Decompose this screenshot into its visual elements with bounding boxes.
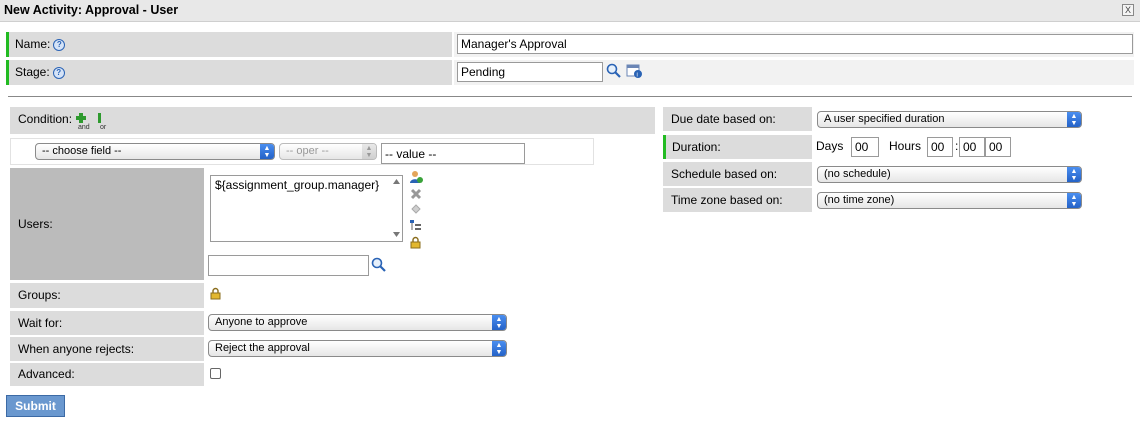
choose-field-select[interactable]: -- choose field -- ▲ ▼ (35, 143, 275, 160)
help-icon[interactable]: ? (53, 38, 66, 51)
schedule-label-cell: Schedule based on: (663, 162, 812, 186)
days-input[interactable] (851, 137, 879, 157)
advanced-label: Advanced: (18, 367, 75, 381)
due-date-select[interactable]: A user specified duration ▲ ▼ (817, 111, 1082, 128)
time-separator: : (955, 139, 959, 153)
operator-select: -- oper -- ▲ ▼ (279, 143, 377, 160)
reference-info-icon[interactable]: i (626, 63, 643, 79)
svg-text:and: and (78, 124, 90, 130)
users-label: Users: (18, 217, 53, 231)
duration-label-cell: Duration: (663, 135, 812, 159)
wait-for-select[interactable]: Anyone to approve ▲ ▼ (208, 314, 507, 331)
lock-icon[interactable] (410, 236, 421, 249)
groups-label: Groups: (18, 288, 61, 302)
select-arrows-icon: ▲ ▼ (362, 144, 376, 159)
tree-list-icon[interactable] (409, 219, 422, 232)
condition-value-input[interactable] (381, 143, 525, 164)
hours-input[interactable] (927, 137, 953, 157)
add-and-icon[interactable]: and (76, 112, 94, 130)
schedule-select[interactable]: (no schedule) ▲ ▼ (817, 166, 1082, 183)
timezone-select[interactable]: (no time zone) ▲ ▼ (817, 192, 1082, 209)
submit-button[interactable]: Submit (6, 395, 65, 417)
schedule-label: Schedule based on: (671, 167, 778, 181)
duration-label: Duration: (672, 140, 721, 154)
wait-for-label: Wait for: (18, 316, 63, 330)
due-date-label: Due date based on: (671, 112, 776, 126)
timezone-label: Time zone based on: (671, 193, 783, 207)
remove-icon[interactable] (410, 188, 422, 200)
select-arrows-icon: ▲ ▼ (1067, 193, 1081, 208)
diamond-icon[interactable] (411, 204, 421, 214)
select-arrows-icon: ▲ ▼ (260, 144, 274, 159)
condition-label: Condition: (18, 112, 73, 126)
add-user-icon[interactable] (409, 170, 423, 184)
when-rejects-label-cell: When anyone rejects: (10, 337, 204, 361)
users-search-input[interactable] (208, 255, 369, 276)
select-arrows-icon: ▲ ▼ (1067, 167, 1081, 182)
timezone-label-cell: Time zone based on: (663, 188, 812, 212)
section-divider (8, 96, 1132, 97)
users-label-cell: Users: (10, 168, 204, 280)
select-arrows-icon: ▲ ▼ (492, 341, 506, 356)
stage-label-cell: Stage:? (6, 60, 452, 85)
window-title: New Activity: Approval - User (4, 3, 179, 17)
when-rejects-select[interactable]: Reject the approval ▲ ▼ (208, 340, 507, 357)
close-icon[interactable]: X (1122, 4, 1134, 16)
select-arrows-icon: ▲ ▼ (1067, 112, 1081, 127)
when-rejects-label: When anyone rejects: (18, 342, 135, 356)
users-listbox[interactable]: ${assignment_group.manager} (210, 175, 403, 242)
advanced-label-cell: Advanced: (10, 363, 204, 386)
name-label: Name: (15, 37, 51, 51)
svg-text:i: i (637, 73, 638, 79)
search-icon[interactable] (606, 63, 622, 79)
due-date-label-cell: Due date based on: (663, 107, 812, 131)
svg-text:or: or (100, 124, 107, 130)
stage-input[interactable] (457, 62, 603, 82)
search-icon[interactable] (371, 257, 387, 273)
wait-for-label-cell: Wait for: (10, 311, 204, 335)
name-label-cell: Name:? (6, 32, 452, 57)
name-input[interactable] (457, 34, 1133, 54)
groups-label-cell: Groups: (10, 283, 204, 308)
list-scrollbar[interactable] (392, 178, 401, 238)
stage-label: Stage: (15, 65, 50, 79)
help-icon[interactable]: ? (52, 66, 65, 79)
advanced-checkbox[interactable] (210, 368, 221, 379)
seconds-input[interactable] (985, 137, 1011, 157)
add-or-icon[interactable]: or (97, 112, 113, 130)
select-arrows-icon: ▲ ▼ (492, 315, 506, 330)
minutes-input[interactable] (959, 137, 985, 157)
lock-icon[interactable] (210, 287, 221, 300)
hours-label: Hours (889, 139, 922, 153)
users-list-item[interactable]: ${assignment_group.manager} (215, 178, 398, 192)
days-label: Days (816, 139, 844, 153)
